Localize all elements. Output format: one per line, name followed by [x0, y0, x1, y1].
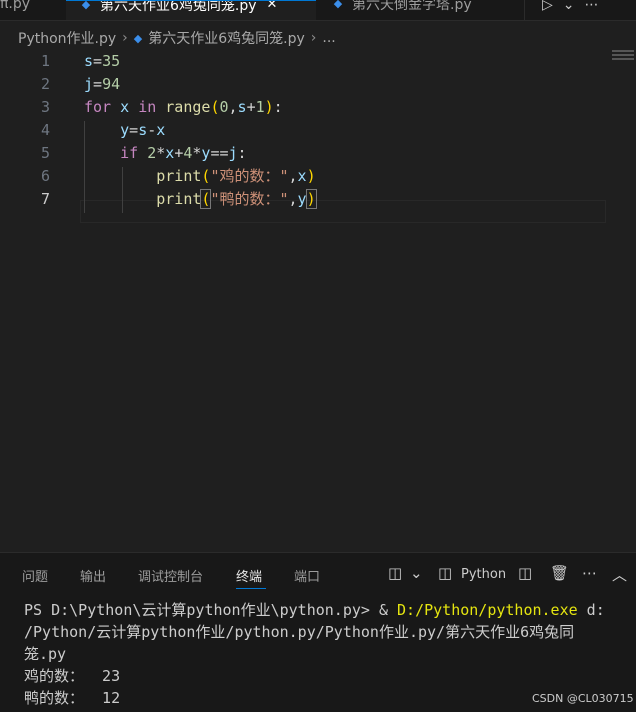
line-number: 5: [40, 144, 50, 162]
code-line[interactable]: 1 s=35: [0, 50, 636, 73]
python-file-icon: ◆: [333, 0, 343, 10]
more-icon[interactable]: ⋯: [585, 0, 599, 13]
terminal-command-continued: 笼.py: [24, 645, 67, 663]
code-line[interactable]: 6 print("鸡的数：",x): [0, 165, 636, 188]
code-line[interactable]: 2 j=94: [0, 73, 636, 96]
tab-debug-console[interactable]: 调试控制台: [138, 566, 203, 585]
code-line[interactable]: 3 for x in range(0,s+1):: [0, 96, 636, 119]
split-terminal-icon[interactable]: ◫: [388, 564, 402, 582]
code-text: print("鸭的数：",y): [156, 189, 317, 209]
breadcrumb-file[interactable]: 第六天作业6鸡兔同笼.py: [148, 28, 305, 48]
code-text: y=s-x: [120, 121, 166, 139]
code-line[interactable]: 5 if 2*x+4*y==j:: [0, 142, 636, 165]
tab-ports[interactable]: 端口: [294, 566, 320, 585]
terminal-profile-label[interactable]: Python: [461, 567, 506, 582]
code-editor[interactable]: 1 s=35 2 j=94 3 for x in range(0,s+1): 4…: [0, 50, 636, 550]
breadcrumb: Python作业.py › ◆ 第六天作业6鸡兔同笼.py › ...: [18, 28, 336, 48]
chevron-down-icon[interactable]: ⌄: [563, 0, 575, 13]
terminal-icon[interactable]: ◫: [438, 564, 452, 582]
layout-icon[interactable]: ◫: [518, 564, 532, 582]
breadcrumb-separator: ›: [310, 30, 317, 46]
breadcrumb-separator: ›: [122, 30, 128, 46]
tab-active-file[interactable]: ◆ 第六天作业6鸡兔同笼.py ✕: [66, 0, 316, 20]
code-line[interactable]: 4 y=s-x: [0, 119, 636, 142]
code-text: for x in range(0,s+1):: [84, 98, 283, 116]
line-number: 4: [40, 121, 50, 139]
tab-problems[interactable]: 问题: [22, 566, 48, 585]
terminal-command-continued: /Python/云计算python作业/python.py/Python作业.p…: [24, 623, 575, 641]
terminal-command-line: PS D:\Python\云计算python作业\python.py> & D:…: [24, 601, 605, 619]
python-file-icon: ◆: [133, 31, 143, 45]
collapse-panel-icon[interactable]: ︿: [612, 564, 627, 585]
tab-partial-file[interactable]: π.py: [0, 0, 66, 20]
bottom-panel: 问题 输出 调试控制台 终端 端口 ◫ ⌄ ◫ Python ◫ 🗑 ⋯ ︿ P…: [0, 552, 636, 712]
active-tab-indicator: [236, 588, 266, 589]
line-number: 2: [40, 75, 50, 93]
trash-icon[interactable]: 🗑: [550, 564, 569, 582]
panel-tab-bar: 问题 输出 调试控制台 终端 端口 ◫ ⌄ ◫ Python ◫ 🗑 ⋯ ︿: [0, 553, 636, 595]
code-text: j=94: [84, 75, 121, 93]
tab-terminal[interactable]: 终端: [236, 566, 262, 585]
python-file-icon: ◆: [81, 0, 91, 11]
code-text: print("鸡的数：",x): [156, 167, 316, 185]
run-icon[interactable]: ▷: [542, 0, 553, 13]
tab-output[interactable]: 输出: [80, 566, 106, 585]
terminal-output-line: 鸡的数： 23: [24, 667, 121, 685]
code-text: if 2*x+4*y==j:: [120, 144, 247, 162]
editor-tab-bar: π.py ◆ 第六天作业6鸡兔同笼.py ✕ ◆ 第六天倒金字塔.py ▷ ⌄ …: [0, 0, 636, 21]
line-number: 3: [40, 98, 50, 116]
line-number: 7: [40, 190, 50, 208]
tab-active-label: 第六天作业6鸡兔同笼.py: [100, 0, 257, 14]
chevron-down-icon[interactable]: ⌄: [410, 564, 423, 582]
watermark: CSDN @CL030715: [532, 692, 634, 705]
tab-inactive-file[interactable]: ◆ 第六天倒金字塔.py: [318, 0, 525, 20]
line-number: 6: [40, 167, 50, 185]
breadcrumb-folder[interactable]: Python作业.py: [18, 28, 116, 48]
line-number: 1: [40, 52, 50, 70]
tab-actions: ▷ ⌄ ⋯: [530, 0, 636, 20]
breadcrumb-ellipsis[interactable]: ...: [322, 30, 335, 46]
code-text: s=35: [84, 52, 121, 70]
tab-partial-label: π.py: [0, 0, 31, 12]
close-icon[interactable]: ✕: [267, 1, 278, 12]
code-line-active[interactable]: 7 print("鸭的数：",y): [0, 188, 636, 211]
tab-inactive-label: 第六天倒金字塔.py: [352, 0, 472, 13]
more-icon[interactable]: ⋯: [582, 564, 597, 582]
